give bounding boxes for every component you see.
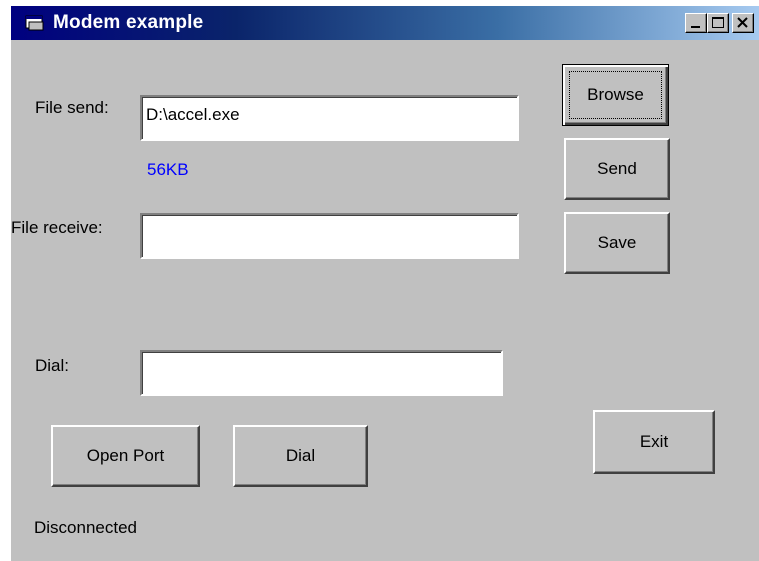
exit-button-label: Exit <box>639 432 669 451</box>
file-size-label: 56KB <box>147 160 189 179</box>
maximize-button[interactable] <box>707 13 729 33</box>
dial-button-label: Dial <box>285 446 316 465</box>
maximize-icon <box>712 17 724 28</box>
send-button-label: Send <box>597 159 637 178</box>
save-button[interactable]: Save <box>564 212 670 274</box>
dial-button[interactable]: Dial <box>233 425 368 487</box>
exit-button[interactable]: Exit <box>593 410 715 474</box>
file-send-input[interactable]: D:\accel.exe <box>140 95 519 141</box>
open-port-button[interactable]: Open Port <box>51 425 200 487</box>
window-title: Modem example <box>53 12 204 33</box>
focus-rectangle <box>569 71 662 119</box>
dial-label: Dial: <box>35 356 70 375</box>
file-receive-input[interactable] <box>140 213 519 259</box>
open-port-button-label: Open Port <box>86 446 165 465</box>
title-bar[interactable]: Modem example <box>11 6 759 40</box>
browse-button[interactable]: Browse <box>562 64 669 126</box>
connection-status: Disconnected <box>34 518 138 537</box>
dial-number-input[interactable] <box>140 350 503 396</box>
file-receive-label: File receive: <box>11 218 103 237</box>
close-button[interactable] <box>732 13 754 33</box>
app-window-icon <box>25 15 45 31</box>
send-button[interactable]: Send <box>564 138 670 200</box>
minimize-icon <box>691 26 700 28</box>
modem-example-window: Modem example File send: D:\accel.exe 56… <box>10 5 759 561</box>
close-icon <box>737 17 748 28</box>
file-send-label: File send: <box>35 98 109 117</box>
save-button-label: Save <box>597 233 637 252</box>
minimize-button[interactable] <box>685 13 707 33</box>
